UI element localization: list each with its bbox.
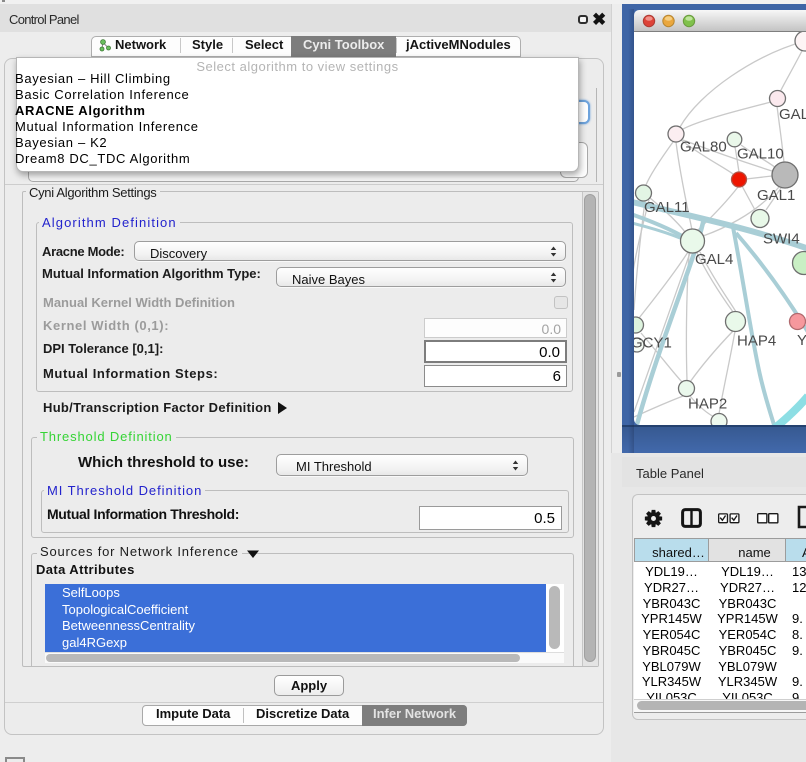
svg-text:GAL1: GAL1 [757,187,795,204]
svg-text:Y: Y [797,332,806,349]
svg-text:GCY1: GCY1 [634,335,672,352]
svg-text:GAL80: GAL80 [680,139,727,156]
svg-text:GAL4: GAL4 [695,251,733,268]
svg-text:HAP2: HAP2 [688,396,727,413]
svg-text:GAL10: GAL10 [737,146,784,163]
svg-text:GAL11: GAL11 [644,199,690,216]
svg-text:GAL7: GAL7 [779,106,806,123]
svg-text:SWI4: SWI4 [763,231,800,248]
svg-text:HAP4: HAP4 [737,333,776,350]
